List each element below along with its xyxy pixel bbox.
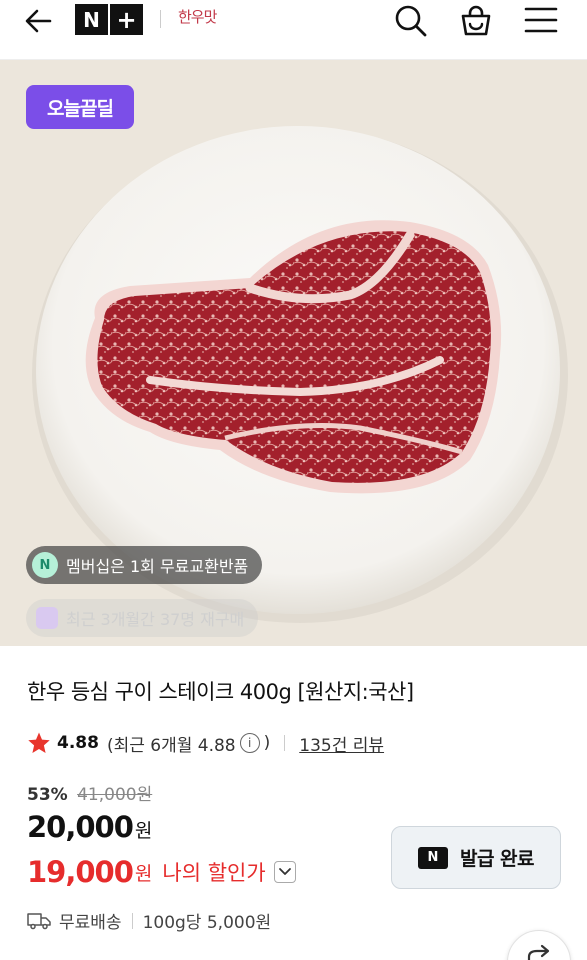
my-price-unit: 원 bbox=[134, 862, 153, 885]
sale-price: 20,000 원 bbox=[27, 810, 152, 844]
my-discount-price[interactable]: 19,000 원 나의 할인가 bbox=[27, 855, 296, 889]
coupon-issued-button[interactable]: N 발급 완료 bbox=[391, 826, 561, 889]
menu-icon[interactable] bbox=[523, 3, 559, 37]
review-count-link[interactable]: 135건 리뷰 bbox=[299, 731, 384, 756]
brand-name: 한우맛 bbox=[178, 8, 217, 26]
original-price: 41,000원 bbox=[77, 785, 153, 805]
rating-score: 4.88 bbox=[57, 733, 99, 753]
back-arrow-icon[interactable] bbox=[22, 4, 56, 38]
my-price-label: 나의 할인가 bbox=[162, 861, 266, 885]
header-divider bbox=[160, 10, 161, 28]
rating-recent-suffix: ) bbox=[263, 733, 271, 753]
bag-icon bbox=[36, 607, 58, 629]
product-image[interactable]: 오늘끝딜 N 멤버십은 1회 무료교환반품 최근 3개월간 37명 재구매 bbox=[0, 60, 587, 646]
naver-n-icon: N bbox=[417, 846, 448, 869]
brand-logo[interactable]: 한우맛 bbox=[178, 6, 222, 30]
product-title: 한우 등심 구이 스테이크 400g [원산지:국산] bbox=[27, 680, 414, 704]
rating-divider bbox=[284, 735, 286, 751]
sale-price-unit: 원 bbox=[134, 820, 153, 842]
naver-membership-icon: N bbox=[32, 552, 58, 578]
discount-row: 53% 41,000원 bbox=[27, 780, 152, 805]
my-price-number: 19,000 bbox=[27, 855, 134, 889]
free-shipping-text: 무료배송 bbox=[59, 913, 122, 933]
rating-row: 4.88 (최근 6개월 4.88 i ) 135건 리뷰 bbox=[27, 730, 384, 756]
truck-icon bbox=[27, 912, 51, 929]
rebuy-count-pill: 최근 3개월간 37명 재구매 bbox=[26, 599, 259, 637]
membership-pill-text: 멤버십은 1회 무료교환반품 bbox=[66, 557, 249, 576]
sale-price-number: 20,000 bbox=[27, 810, 134, 844]
logo-plus: + bbox=[116, 5, 137, 34]
shopping-bag-icon[interactable] bbox=[458, 3, 494, 37]
share-button[interactable] bbox=[507, 930, 571, 960]
membership-free-return-pill[interactable]: N 멤버십은 1회 무료교환반품 bbox=[26, 546, 263, 584]
search-icon[interactable] bbox=[392, 3, 428, 37]
naver-plus-logo[interactable]: N + bbox=[75, 4, 143, 35]
chevron-down-icon[interactable] bbox=[273, 861, 296, 883]
discount-rate: 53% bbox=[27, 785, 68, 805]
top-header: N + 한우맛 bbox=[0, 0, 587, 60]
rating-recent-prefix: (최근 6개월 4.88 bbox=[106, 735, 236, 756]
info-icon[interactable]: i bbox=[239, 733, 260, 753]
shipping-row: 무료배송 100g당 5,000원 bbox=[27, 908, 271, 933]
unit-price-text: 100g당 5,000원 bbox=[142, 913, 272, 933]
star-icon bbox=[28, 732, 50, 753]
today-deal-badge: 오늘끝딜 bbox=[26, 85, 134, 129]
shipping-divider bbox=[131, 912, 133, 929]
share-icon bbox=[527, 944, 550, 960]
coupon-label: 발급 완료 bbox=[459, 848, 535, 870]
rebuy-pill-text: 최근 3개월간 37명 재구매 bbox=[66, 610, 245, 629]
logo-letter: N bbox=[83, 7, 100, 32]
